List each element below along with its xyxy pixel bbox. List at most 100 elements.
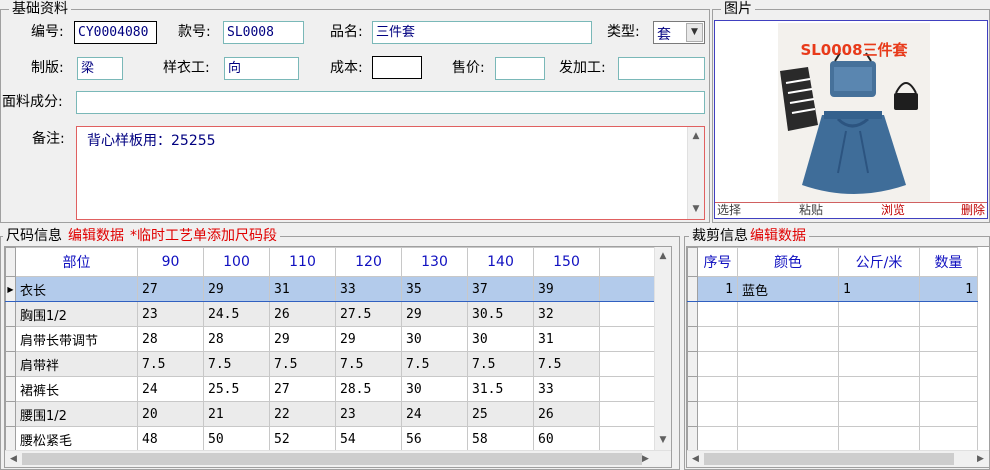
table-cell[interactable]: 29 [203, 276, 270, 302]
table-cell[interactable]: 7.5 [533, 351, 600, 377]
table-cell[interactable] [919, 326, 978, 352]
table-cell[interactable]: 29 [335, 326, 402, 352]
table-row[interactable]: ▶ 衣长 27 29 31 33 35 37 39 [5, 276, 658, 302]
table-cell[interactable] [838, 426, 920, 452]
cut-col-no[interactable]: 序号 [697, 247, 738, 277]
table-cell[interactable] [919, 401, 978, 427]
table-row[interactable] [687, 326, 978, 352]
table-cell[interactable]: 31 [533, 326, 600, 352]
name-field[interactable]: 三件套 [372, 21, 592, 44]
cut-grid-hscroll-thumb[interactable] [704, 453, 954, 465]
table-row[interactable]: 腰围1/2 20 21 22 23 24 25 26 [5, 401, 658, 427]
fabric-field[interactable] [76, 91, 705, 114]
table-cell[interactable]: 肩带袢 [15, 351, 138, 377]
table-row[interactable] [687, 426, 978, 452]
table-cell[interactable]: 35 [401, 276, 468, 302]
table-cell[interactable] [838, 351, 920, 377]
table-cell[interactable] [919, 376, 978, 402]
size-grid-vscroll[interactable]: ▲ ▼ [654, 247, 671, 450]
table-cell[interactable] [838, 376, 920, 402]
table-cell[interactable]: 7.5 [137, 351, 204, 377]
browse-image-button[interactable]: 浏览 [881, 203, 905, 218]
table-cell[interactable]: 28 [137, 326, 204, 352]
size-col-130[interactable]: 130 [401, 247, 468, 277]
table-cell[interactable]: 60 [533, 426, 600, 452]
scroll-down-icon[interactable]: ▼ [688, 201, 704, 218]
table-cell[interactable] [697, 326, 738, 352]
table-cell[interactable] [697, 301, 738, 327]
cut-col-weight[interactable]: 公斤/米 [838, 247, 920, 277]
table-cell[interactable]: 39 [533, 276, 600, 302]
table-cell[interactable] [737, 301, 839, 327]
sample-field[interactable]: 向 [224, 57, 299, 80]
table-cell[interactable]: 48 [137, 426, 204, 452]
table-cell[interactable] [919, 426, 978, 452]
delete-image-button[interactable]: 删除 [961, 203, 985, 218]
table-cell[interactable]: 25.5 [203, 376, 270, 402]
table-cell[interactable]: 蓝色 [737, 276, 839, 302]
table-cell[interactable]: 30 [401, 376, 468, 402]
table-cell[interactable] [697, 426, 738, 452]
select-image-button[interactable]: 选择 [717, 203, 741, 218]
table-cell[interactable]: 27.5 [335, 301, 402, 327]
table-cell[interactable]: 胸围1/2 [15, 301, 138, 327]
table-cell[interactable]: 52 [269, 426, 336, 452]
table-cell[interactable]: 30 [401, 326, 468, 352]
paste-image-button[interactable]: 粘贴 [799, 203, 823, 218]
table-cell[interactable]: 23 [137, 301, 204, 327]
scroll-up-icon[interactable]: ▲ [688, 128, 704, 145]
table-cell[interactable] [697, 401, 738, 427]
table-cell[interactable]: 1 [919, 276, 978, 302]
table-cell[interactable] [919, 351, 978, 377]
table-cell[interactable] [737, 401, 839, 427]
table-cell[interactable]: 24.5 [203, 301, 270, 327]
table-cell[interactable]: 7.5 [203, 351, 270, 377]
table-cell[interactable]: 32 [533, 301, 600, 327]
table-cell[interactable]: 29 [269, 326, 336, 352]
table-cell[interactable]: 50 [203, 426, 270, 452]
chevron-down-icon[interactable]: ▼ [686, 23, 703, 42]
size-col-90[interactable]: 90 [137, 247, 204, 277]
size-col-part[interactable]: 部位 [15, 247, 138, 277]
table-cell[interactable] [737, 376, 839, 402]
cut-col-qty[interactable]: 数量 [919, 247, 978, 277]
cut-col-color[interactable]: 颜色 [737, 247, 839, 277]
table-cell[interactable]: 26 [533, 401, 600, 427]
table-cell[interactable]: 7.5 [335, 351, 402, 377]
size-edit-link[interactable]: 编辑数据 [68, 228, 124, 244]
table-cell[interactable]: 1 [838, 276, 920, 302]
table-cell[interactable] [737, 351, 839, 377]
table-cell[interactable]: 7.5 [467, 351, 534, 377]
table-cell[interactable]: 21 [203, 401, 270, 427]
table-cell[interactable]: 27 [137, 276, 204, 302]
table-cell[interactable] [838, 326, 920, 352]
scroll-down-icon[interactable]: ▼ [655, 432, 671, 449]
table-cell[interactable]: 20 [137, 401, 204, 427]
table-cell[interactable]: 26 [269, 301, 336, 327]
table-cell[interactable]: 31.5 [467, 376, 534, 402]
pattern-field[interactable]: 梁 [77, 57, 123, 80]
table-cell[interactable]: 22 [269, 401, 336, 427]
price-field[interactable] [495, 57, 545, 80]
table-cell[interactable] [697, 351, 738, 377]
table-row[interactable] [687, 401, 978, 427]
outsource-field[interactable] [618, 57, 705, 80]
table-cell[interactable]: 24 [401, 401, 468, 427]
table-cell[interactable]: 7.5 [269, 351, 336, 377]
table-cell[interactable]: 28 [203, 326, 270, 352]
table-cell[interactable]: 33 [533, 376, 600, 402]
size-grid-hscroll-thumb[interactable] [22, 453, 642, 465]
table-row[interactable]: 1 蓝色 1 1 [687, 276, 978, 302]
table-cell[interactable]: 37 [467, 276, 534, 302]
table-row[interactable]: 胸围1/2 23 24.5 26 27.5 29 30.5 32 [5, 301, 658, 327]
code-field[interactable]: CY0004080 [74, 21, 157, 44]
table-cell[interactable] [919, 301, 978, 327]
table-row[interactable] [687, 301, 978, 327]
table-cell[interactable] [737, 426, 839, 452]
cut-edit-link[interactable]: 编辑数据 [750, 228, 806, 244]
table-cell[interactable] [697, 376, 738, 402]
table-row[interactable]: 肩带长带调节 28 28 29 29 30 30 31 [5, 326, 658, 352]
table-row[interactable]: 裙裤长 24 25.5 27 28.5 30 31.5 33 [5, 376, 658, 402]
table-cell[interactable]: 56 [401, 426, 468, 452]
table-row[interactable]: 腰松紧毛 48 50 52 54 56 58 60 [5, 426, 658, 452]
